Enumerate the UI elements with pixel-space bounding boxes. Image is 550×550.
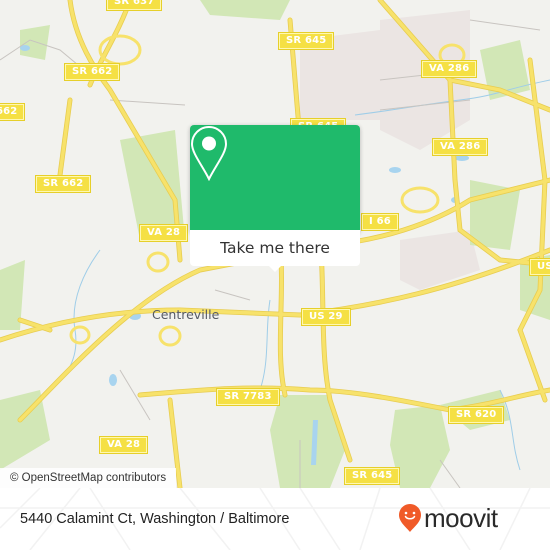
- place-label-centreville: Centreville: [152, 307, 220, 322]
- take-me-there-button[interactable]: Take me there: [190, 230, 360, 266]
- road-shield: SR 662: [34, 175, 92, 193]
- road-shield: VA 28: [98, 436, 149, 454]
- road-shield: SR 637: [105, 0, 163, 11]
- address-text: 5440 Calamint Ct, Washington / Baltimore: [20, 511, 290, 527]
- footer-bar: 5440 Calamint Ct, Washington / Baltimore…: [0, 488, 550, 550]
- popup-pointer: [268, 265, 282, 272]
- road-shield: SR 645: [277, 32, 335, 50]
- road-shield: VA 286: [431, 138, 489, 156]
- road-shield: VA 286: [420, 60, 478, 78]
- road-shield: VA 28: [138, 224, 189, 242]
- popup-header: [190, 125, 360, 230]
- moovit-smiley-pin-icon: [399, 504, 421, 532]
- moovit-wordmark: moovit: [424, 502, 498, 533]
- map-view[interactable]: SR 637 SR 662 SR 662 SR 662 SR 645 SR 64…: [0, 0, 550, 488]
- road-shield: SR 662: [63, 63, 121, 81]
- road-shield: US 29: [529, 258, 550, 276]
- road-shield: SR 645: [343, 467, 401, 485]
- moovit-logo[interactable]: moovit: [398, 500, 498, 536]
- road-shield: US 29: [301, 308, 351, 326]
- map-attribution[interactable]: © OpenStreetMap contributors: [0, 468, 177, 488]
- location-popup: Take me there: [190, 125, 360, 272]
- road-shield: I 66: [361, 213, 399, 231]
- road-shield: SR 662: [0, 103, 26, 121]
- road-shield: SR 7783: [216, 388, 280, 406]
- location-pin-icon: [190, 125, 228, 181]
- road-shield: SR 620: [447, 406, 505, 424]
